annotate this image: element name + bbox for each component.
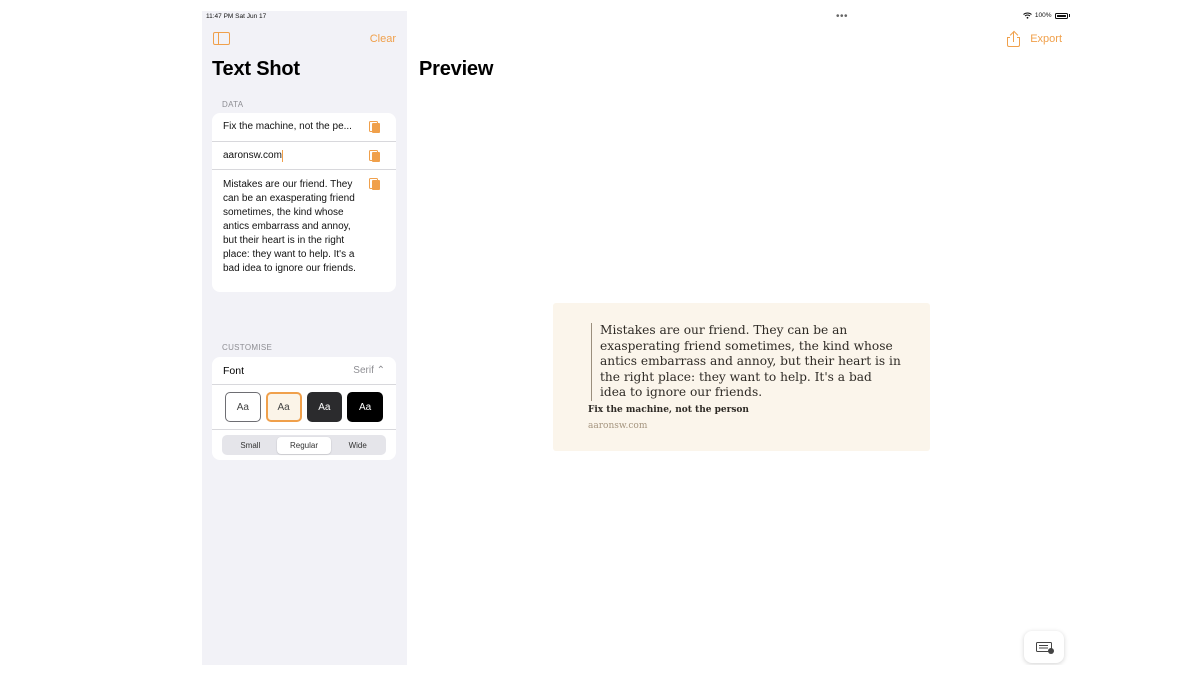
theme-light-swatch[interactable]: Aa — [225, 392, 261, 422]
status-indicators: 100% — [1023, 12, 1070, 19]
status-time: 11:47 PM Sat Jun 17 — [206, 13, 267, 20]
source-field[interactable]: aaronsw.com — [212, 141, 396, 169]
quote-preview-source: aaronsw.com — [588, 421, 648, 431]
font-row[interactable]: Font Serif ⌃ — [212, 357, 396, 385]
theme-sepia-swatch[interactable]: Aa — [265, 392, 302, 422]
keyboard-hide-icon — [1036, 642, 1054, 654]
keyboard-hide-button[interactable] — [1024, 631, 1064, 663]
battery-icon — [1054, 12, 1068, 19]
text-cursor — [282, 149, 284, 162]
paste-icon[interactable] — [369, 120, 380, 133]
font-label: Font — [223, 364, 245, 377]
battery-percent: 100% — [1034, 12, 1052, 19]
font-picker[interactable]: Serif ⌃ — [353, 365, 385, 376]
theme-picker: Aa Aa Aa Aa — [212, 385, 396, 430]
sidebar-toggle-icon[interactable] — [213, 32, 230, 45]
width-small-segment[interactable]: Small — [224, 437, 278, 454]
data-section-label: DATA — [222, 100, 244, 109]
source-field-value: aaronsw.com — [223, 149, 282, 161]
customise-section-label: CUSTOMISE — [222, 343, 273, 352]
sidebar: 11:47 PM Sat Jun 17 Clear Text Shot DATA… — [202, 11, 407, 665]
preview-pane: ••• 100% Export Preview Mistakes are our… — [407, 11, 1074, 665]
multitask-dots[interactable]: ••• — [836, 11, 848, 22]
export-button[interactable]: Export — [1007, 30, 1062, 47]
title-field-value: Fix the machine, not the pe... — [223, 121, 352, 132]
preview-title: Preview — [419, 58, 494, 80]
theme-black-swatch[interactable]: Aa — [347, 392, 383, 422]
quote-field-value: Mistakes are our friend. They can be an … — [223, 179, 356, 274]
quote-preview-card: Mistakes are our friend. They can be an … — [553, 303, 930, 451]
clear-button[interactable]: Clear — [370, 33, 396, 45]
quote-field[interactable]: Mistakes are our friend. They can be an … — [212, 169, 396, 292]
paste-icon[interactable] — [369, 177, 380, 190]
title-field[interactable]: Fix the machine, not the pe... — [212, 113, 396, 141]
wifi-icon — [1023, 12, 1032, 19]
customise-card: Font Serif ⌃ Aa Aa Aa Aa Small Regular W… — [212, 357, 396, 460]
width-wide-segment[interactable]: Wide — [331, 437, 385, 454]
width-segmented-control: Small Regular Wide — [222, 435, 386, 455]
width-regular-segment[interactable]: Regular — [277, 436, 331, 454]
app-title: Text Shot — [212, 58, 300, 80]
paste-icon[interactable] — [369, 149, 380, 162]
export-label: Export — [1030, 33, 1062, 45]
quote-preview-body: Mistakes are our friend. They can be an … — [591, 323, 901, 401]
data-card: Fix the machine, not the pe... aaronsw.c… — [212, 113, 396, 292]
ipad-screen: 11:47 PM Sat Jun 17 Clear Text Shot DATA… — [202, 11, 1074, 665]
battery-cap — [1068, 14, 1070, 17]
share-icon — [1007, 30, 1021, 47]
quote-preview-title: Fix the machine, not the person — [588, 405, 749, 415]
theme-dark-swatch[interactable]: Aa — [306, 392, 343, 422]
